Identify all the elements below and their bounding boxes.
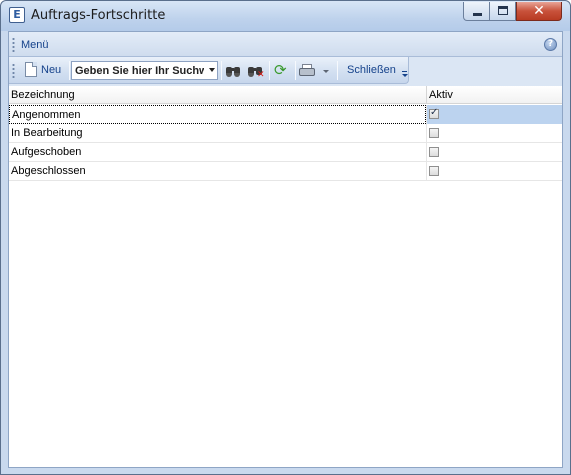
aktiv-checkbox[interactable] — [429, 147, 439, 157]
cell-bezeichnung[interactable]: In Bearbeitung — [9, 124, 426, 143]
grid-header: Bezeichnung Aktiv — [9, 86, 562, 104]
clear-search-button[interactable]: ✕ — [246, 61, 266, 80]
minimize-icon — [473, 13, 482, 16]
close-button-label: Schließen — [347, 64, 396, 76]
window-title: Auftrags-Fortschritte — [31, 8, 166, 23]
cell-divider — [426, 162, 427, 181]
menu-item-menu[interactable]: Menü — [21, 39, 49, 51]
menu-grip-handle[interactable] — [12, 37, 15, 52]
column-divider[interactable] — [426, 86, 427, 104]
menu-bar: Menü ? — [9, 32, 562, 57]
new-button[interactable]: Neu — [22, 60, 68, 81]
new-document-icon — [25, 62, 37, 77]
close-button[interactable]: Schließen — [341, 60, 397, 81]
column-header-bezeichnung[interactable]: Bezeichnung — [11, 89, 75, 101]
client-area: Menü ? Neu Geben Sie hier Ihr Suchw ✕ ⟳ … — [8, 31, 563, 468]
refresh-button[interactable]: ⟳ — [272, 61, 292, 80]
cell-divider — [426, 124, 427, 143]
toolbar-separator — [295, 61, 296, 80]
cell-bezeichnung[interactable]: Angenommen — [9, 105, 426, 124]
app-window: E Auftrags-Fortschritte ✕ Menü ? Neu Geb… — [0, 0, 571, 475]
aktiv-checkbox[interactable]: ✓ — [429, 107, 439, 119]
aktiv-checkbox[interactable] — [429, 166, 439, 176]
table-row[interactable]: In Bearbeitung — [9, 124, 562, 143]
cell-divider — [426, 143, 427, 162]
data-grid: Bezeichnung Aktiv Angenommen ✓ In Bearbeit… — [9, 86, 562, 467]
search-combo[interactable] — [71, 61, 218, 80]
refresh-icon: ⟳ — [274, 61, 287, 79]
selected-cell-highlight — [427, 105, 562, 124]
close-window-button[interactable]: ✕ — [516, 2, 562, 21]
toolbar: Neu Geben Sie hier Ihr Suchw ✕ ⟳ Schließ… — [9, 57, 409, 84]
aktiv-checkbox[interactable] — [429, 128, 439, 138]
toolbar-grip-handle[interactable] — [12, 63, 15, 78]
help-icon[interactable]: ? — [544, 38, 557, 51]
cell-divider — [426, 105, 427, 124]
search-input[interactable] — [72, 62, 204, 79]
table-row[interactable]: Abgeschlossen — [9, 162, 562, 181]
table-row[interactable]: Angenommen ✓ — [9, 105, 562, 124]
minimize-button[interactable] — [463, 2, 490, 21]
cell-bezeichnung[interactable]: Abgeschlossen — [9, 162, 426, 181]
new-button-label: Neu — [41, 64, 62, 76]
close-icon: ✕ — [533, 3, 545, 19]
chevron-down-icon[interactable] — [323, 70, 329, 73]
checkmark-icon: ✓ — [430, 107, 439, 118]
toolbar-separator — [221, 61, 222, 80]
maximize-button[interactable] — [490, 2, 516, 21]
toolbar-separator — [69, 61, 70, 80]
search-button[interactable] — [224, 61, 244, 80]
app-icon[interactable]: E — [9, 7, 25, 23]
chevron-down-icon[interactable] — [209, 68, 215, 72]
toolbar-separator — [269, 61, 270, 80]
column-header-aktiv[interactable]: Aktiv — [429, 89, 453, 101]
toolbar-separator — [337, 61, 338, 80]
table-row[interactable]: Aufgeschoben — [9, 143, 562, 162]
cell-bezeichnung[interactable]: Aufgeschoben — [9, 143, 426, 162]
print-button[interactable] — [298, 61, 334, 80]
maximize-icon — [498, 6, 508, 15]
title-bar[interactable]: E Auftrags-Fortschritte ✕ — [1, 1, 570, 31]
toolbar-overflow-button[interactable] — [400, 60, 409, 81]
